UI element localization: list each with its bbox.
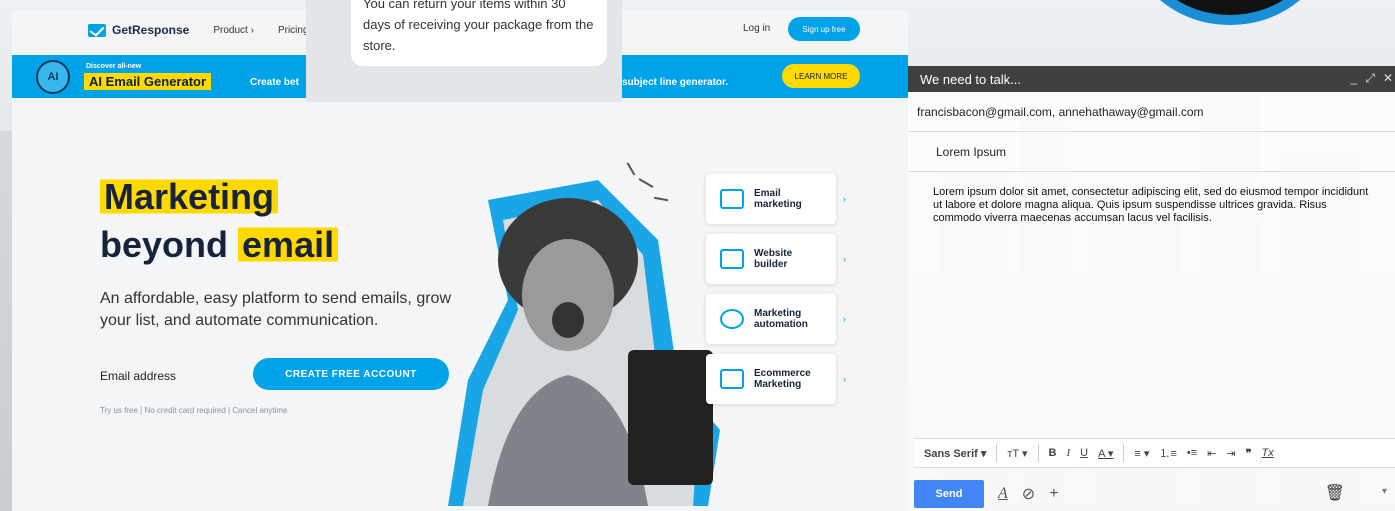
bulleted-list-icon[interactable]: •≡ [1187,447,1197,459]
compose-header[interactable]: We need to talk... _ ⤢ ✕ [908,66,1395,92]
align-icon[interactable]: ≡ ▾ [1134,447,1149,460]
indent-less-icon[interactable]: ⇤ [1207,447,1216,460]
feature-marketing-automation[interactable]: Marketing automation › [706,294,846,344]
toolbar-divider [996,444,998,462]
quote-icon[interactable]: ❞ [1246,447,1252,460]
fineprint: Try us free | No credit card required | … [100,406,288,415]
headline-word-beyond: beyond [100,224,229,265]
deco-line [626,162,636,176]
site-logo[interactable]: GetResponse [88,23,189,37]
bold-icon[interactable]: B [1049,447,1057,459]
subject-field[interactable]: Lorem Ipsum [908,132,1395,172]
text-size-icon[interactable]: тT ▾ [1007,447,1027,460]
toolbar-divider [1123,444,1125,462]
envelope-icon [720,189,744,209]
banner-title: AI Email Generator [84,73,212,90]
website-icon [720,249,744,269]
feature-label: marketing [754,199,802,210]
underline-icon[interactable]: U [1080,447,1088,459]
feature-label: Website [754,248,793,259]
headline-line-1: Marketing [100,176,279,217]
compose-footer: Send A ⊘ + 🗑 ▾ [908,476,1395,511]
feature-website-builder[interactable]: Website builder › [706,234,846,284]
close-icon[interactable]: ✕ [1383,71,1393,85]
chevron-right-icon: › [843,254,846,264]
feature-label: Marketing [754,308,802,319]
plus-icon[interactable]: + [1049,485,1058,503]
send-button[interactable]: Send [914,479,984,508]
formatting-options-icon[interactable]: A [998,485,1008,503]
ai-chip-icon: AI [36,60,70,94]
banner-eyebrow: Discover all-new [86,63,142,70]
numbered-list-icon[interactable]: ⒈≡ [1159,445,1176,461]
cart-icon [720,369,744,389]
chevron-right-icon: › [843,314,846,324]
more-options-icon[interactable]: ▾ [1382,486,1387,497]
feature-label: Email [754,188,781,199]
feature-label: automation [754,319,808,330]
toolbar-divider [1037,444,1039,462]
feature-label: Marketing [754,379,802,390]
chat-message-popup: You can return your items within 30 days… [351,0,607,66]
chevron-right-icon: › [843,374,846,384]
chevron-right-icon: › [843,194,846,204]
banner-text-right: subject line generator. [622,77,729,88]
italic-icon[interactable]: I [1066,447,1070,459]
expand-icon[interactable]: ⤢ [1365,71,1375,86]
learn-more-button[interactable]: LEARN MORE [782,64,860,88]
feature-email-marketing[interactable]: Email marketing › [706,174,846,224]
email-input[interactable]: Email address [100,360,260,392]
banner-text-left: Create bet [250,77,299,88]
feature-label: builder [754,259,788,270]
logo-text: GetResponse [112,23,190,37]
compose-title: We need to talk... [920,71,1021,87]
text-color-icon[interactable]: A ▾ [1098,447,1113,460]
signup-button[interactable]: Sign up free [788,17,860,41]
trash-icon[interactable]: 🗑 [1325,483,1345,503]
gear-icon [720,309,744,329]
nav-pricing[interactable]: Pricing [278,25,309,36]
popup-text: You can return your items within 30 days… [363,0,594,53]
font-select[interactable]: Sans Serif ▾ [924,447,986,460]
indent-more-icon[interactable]: ⇥ [1226,447,1235,460]
recipients-field[interactable]: francisbacon@gmail.com, annehathaway@gma… [908,92,1395,132]
feature-ecommerce-marketing[interactable]: Ecommerce Marketing › [706,354,846,404]
font-select-label: Sans Serif [924,447,978,460]
attach-icon[interactable]: ⊘ [1022,484,1035,504]
minimize-icon[interactable]: _ [1350,71,1357,85]
hero-headline: Marketing beyond email [100,173,339,269]
create-account-button[interactable]: CREATE FREE ACCOUNT [253,358,449,390]
remove-formatting-icon[interactable]: Tx [1261,447,1273,459]
envelope-logo-icon [88,23,106,37]
nav-product[interactable]: Product › [213,25,254,36]
compose-window: We need to talk... _ ⤢ ✕ francisbacon@gm… [908,66,1395,511]
hero-person-image [448,180,720,506]
login-link[interactable]: Log in [743,23,770,34]
headline-word-email: email [238,224,339,265]
formatting-toolbar: Sans Serif ▾ тT ▾ B I U A ▾ ≡ ▾ ⒈≡ •≡ ⇤ … [914,438,1395,468]
hero-subtext: An affordable, easy platform to send ema… [100,290,451,329]
feature-label: Ecommerce [754,368,811,379]
message-body[interactable]: Lorem ipsum dolor sit amet, consectetur … [908,172,1395,225]
